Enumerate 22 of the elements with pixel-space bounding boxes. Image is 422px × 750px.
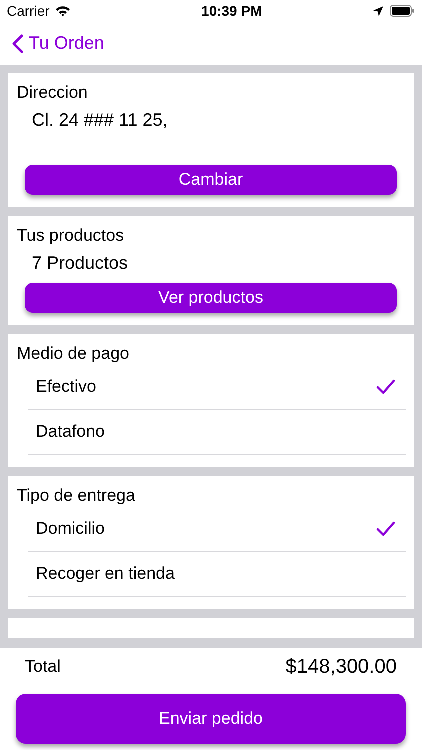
section-title: Direccion xyxy=(17,82,89,104)
section-title: Tus productos xyxy=(17,225,126,247)
total-label: Total xyxy=(25,656,61,678)
submit-order-button[interactable]: Enviar pedido xyxy=(16,694,406,744)
wifi-icon xyxy=(54,5,71,17)
carrier-label: Carrier xyxy=(7,2,50,20)
option-label[interactable]: Domicilio xyxy=(36,516,105,542)
location-arrow-icon xyxy=(372,6,384,16)
chevron-left-icon xyxy=(12,34,24,54)
option-label[interactable]: Datafono xyxy=(36,419,105,445)
section-button[interactable]: Cambiar xyxy=(25,165,397,195)
section-button[interactable]: Ver productos xyxy=(25,283,397,313)
section-value: 7 Productos xyxy=(31,252,130,275)
section-value: Cl. 24 ### 11 25, xyxy=(31,109,169,132)
back-button[interactable]: Tu Orden xyxy=(12,30,104,57)
total-amount: $148,300.00 xyxy=(286,655,397,680)
section-title: Medio de pago xyxy=(17,343,130,365)
battery-icon xyxy=(390,5,415,17)
clock-label: 10:39 PM xyxy=(202,2,262,20)
option-label[interactable]: Efectivo xyxy=(36,374,96,400)
option-label[interactable]: Recoger en tienda xyxy=(36,561,175,587)
section-title: Tipo de entrega xyxy=(17,485,136,507)
